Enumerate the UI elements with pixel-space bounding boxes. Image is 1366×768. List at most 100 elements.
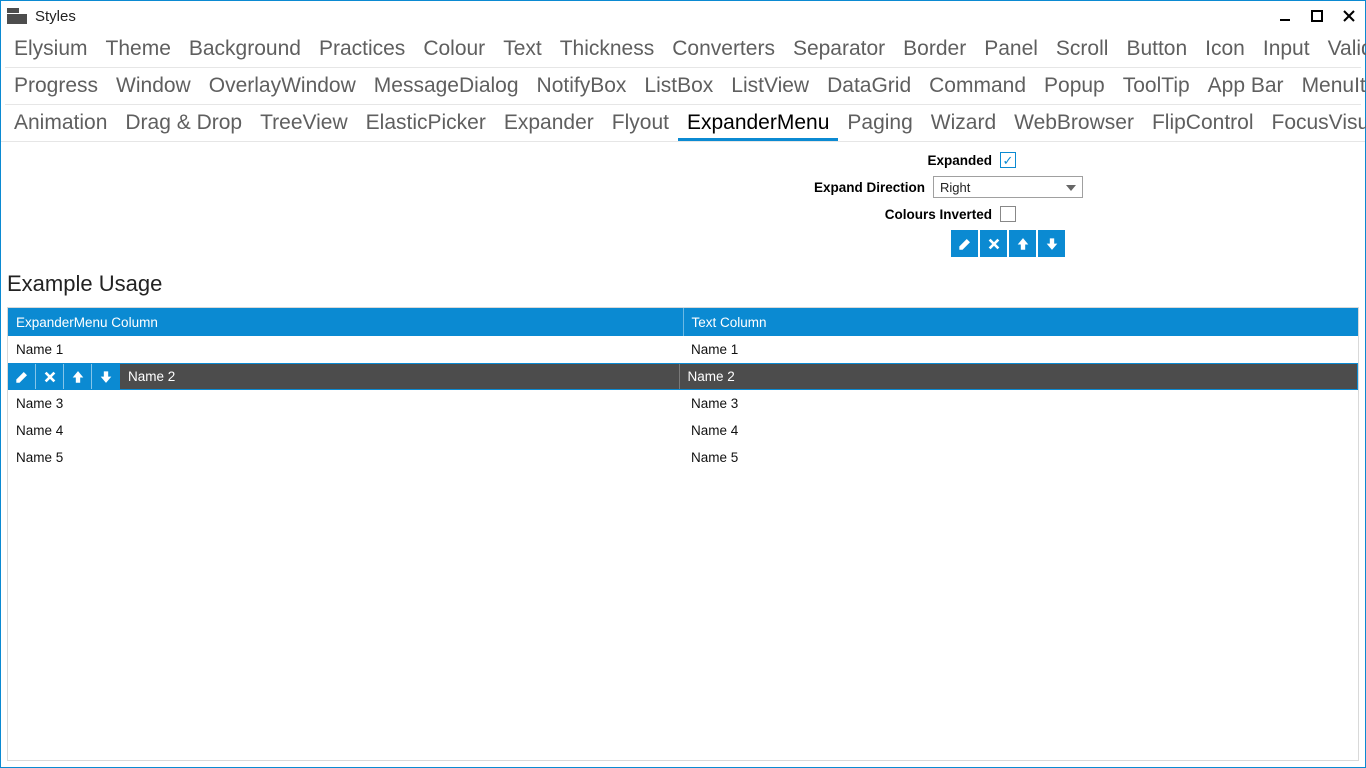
tab-paging[interactable]: Paging [838,105,921,141]
tab-theme[interactable]: Theme [97,31,180,67]
tab-webbrowser[interactable]: WebBrowser [1005,105,1143,141]
tab-animation[interactable]: Animation [5,105,116,141]
tab-flipcontrol[interactable]: FlipControl [1143,105,1263,141]
edit-button[interactable] [8,363,36,390]
tab-panel[interactable]: Panel [975,31,1047,67]
cell-expandermenu: Name 1 [8,336,683,363]
tab-input[interactable]: Input [1254,31,1319,67]
tab-app-bar[interactable]: App Bar [1199,68,1293,104]
titlebar: Styles [1,1,1365,31]
grid-body[interactable]: Name 1Name 1Name 2Name 2Name 3Name 3Name… [8,336,1358,760]
row-action-buttons [8,363,120,390]
section-title: Example Usage [1,257,1365,307]
move-down-button[interactable] [1038,230,1065,257]
tab-validation[interactable]: Validation [1319,31,1366,67]
example-grid: ExpanderMenu Column Text Column Name 1Na… [7,307,1359,761]
chevron-down-icon [1064,181,1078,195]
close-icon [987,237,1001,251]
pencil-icon [958,237,972,251]
tab-elysium[interactable]: Elysium [5,31,97,67]
arrow-down-icon [1045,237,1059,251]
content-area: Expanded ✓ Expand Direction Right Colour… [1,142,1365,767]
cell-expandermenu: Name 3 [8,390,683,417]
grid-header: ExpanderMenu Column Text Column [8,308,1358,336]
move-up-button[interactable] [64,363,92,390]
tab-tooltip[interactable]: ToolTip [1114,68,1199,104]
expand-direction-select[interactable]: Right [933,176,1083,198]
cell-expandermenu: Name 4 [8,417,683,444]
cell-text: Name 5 [683,444,1358,471]
tab-drag-drop[interactable]: Drag & Drop [116,105,251,141]
close-button[interactable] [1333,5,1365,27]
table-row[interactable]: Name 2 Name 2 [8,363,1358,390]
tab-button[interactable]: Button [1117,31,1196,67]
cell-expandermenu: Name 2 [8,363,680,390]
tab-thickness[interactable]: Thickness [551,31,664,67]
tab-treeview[interactable]: TreeView [251,105,357,141]
expanded-checkbox[interactable]: ✓ [1000,152,1016,168]
minimize-button[interactable] [1269,5,1301,27]
move-down-button[interactable] [92,363,120,390]
tab-listview[interactable]: ListView [722,68,818,104]
tab-converters[interactable]: Converters [663,31,784,67]
window-controls [1269,5,1365,27]
table-row[interactable]: Name 5Name 5 [8,444,1358,471]
expand-direction-label: Expand Direction [283,180,933,195]
column-header-expandermenu[interactable]: ExpanderMenu Column [8,308,684,336]
colours-inverted-label: Colours Inverted [350,207,1000,222]
tab-expandermenu[interactable]: ExpanderMenu [678,105,838,141]
tab-border[interactable]: Border [894,31,975,67]
tab-listbox[interactable]: ListBox [635,68,722,104]
table-row[interactable]: Name 3Name 3 [8,390,1358,417]
tab-text[interactable]: Text [494,31,551,67]
arrow-down-icon [99,370,113,384]
expanded-label: Expanded [350,153,1000,168]
cell-text: Name 1 [683,336,1358,363]
arrow-up-icon [71,370,85,384]
tab-colour[interactable]: Colour [414,31,494,67]
column-header-text[interactable]: Text Column [684,308,1359,336]
tab-datagrid[interactable]: DataGrid [818,68,920,104]
delete-button[interactable] [980,230,1007,257]
action-buttons [951,230,1065,257]
cell-text: Name 3 [683,390,1358,417]
edit-button[interactable] [951,230,978,257]
maximize-button[interactable] [1301,5,1333,27]
cell-text: Name 2 [680,363,1359,390]
app-folder-icon [7,8,27,24]
pencil-icon [15,370,29,384]
delete-button[interactable] [36,363,64,390]
tab-window[interactable]: Window [107,68,200,104]
tab-popup[interactable]: Popup [1035,68,1114,104]
tab-strip: ElysiumThemeBackgroundPracticesColourTex… [1,31,1365,142]
tab-menuitem[interactable]: MenuItem [1293,68,1366,104]
tab-progress[interactable]: Progress [5,68,107,104]
tab-icon[interactable]: Icon [1196,31,1254,67]
cell-label: Name 2 [120,369,175,384]
tab-separator[interactable]: Separator [784,31,894,67]
cell-text: Name 4 [683,417,1358,444]
table-row[interactable]: Name 1Name 1 [8,336,1358,363]
cell-expandermenu: Name 5 [8,444,683,471]
options-form: Expanded ✓ Expand Direction Right Colour… [1,152,1365,257]
tab-expander[interactable]: Expander [495,105,603,141]
tab-messagedialog[interactable]: MessageDialog [365,68,528,104]
close-icon [43,370,57,384]
tab-overlaywindow[interactable]: OverlayWindow [200,68,365,104]
expand-direction-value: Right [940,180,970,195]
tab-flyout[interactable]: Flyout [603,105,678,141]
tab-command[interactable]: Command [920,68,1035,104]
tab-scroll[interactable]: Scroll [1047,31,1118,67]
tab-elasticpicker[interactable]: ElasticPicker [357,105,495,141]
colours-inverted-checkbox[interactable]: ✓ [1000,206,1016,222]
tab-practices[interactable]: Practices [310,31,414,67]
tab-wizard[interactable]: Wizard [922,105,1005,141]
arrow-up-icon [1016,237,1030,251]
table-row[interactable]: Name 4Name 4 [8,417,1358,444]
tab-focusvisualstyle[interactable]: FocusVisualStyle [1263,105,1366,141]
app-window: Styles ElysiumThemeBackgroundPracticesCo… [0,0,1366,768]
tab-background[interactable]: Background [180,31,310,67]
window-title: Styles [35,8,76,25]
tab-notifybox[interactable]: NotifyBox [528,68,636,104]
move-up-button[interactable] [1009,230,1036,257]
